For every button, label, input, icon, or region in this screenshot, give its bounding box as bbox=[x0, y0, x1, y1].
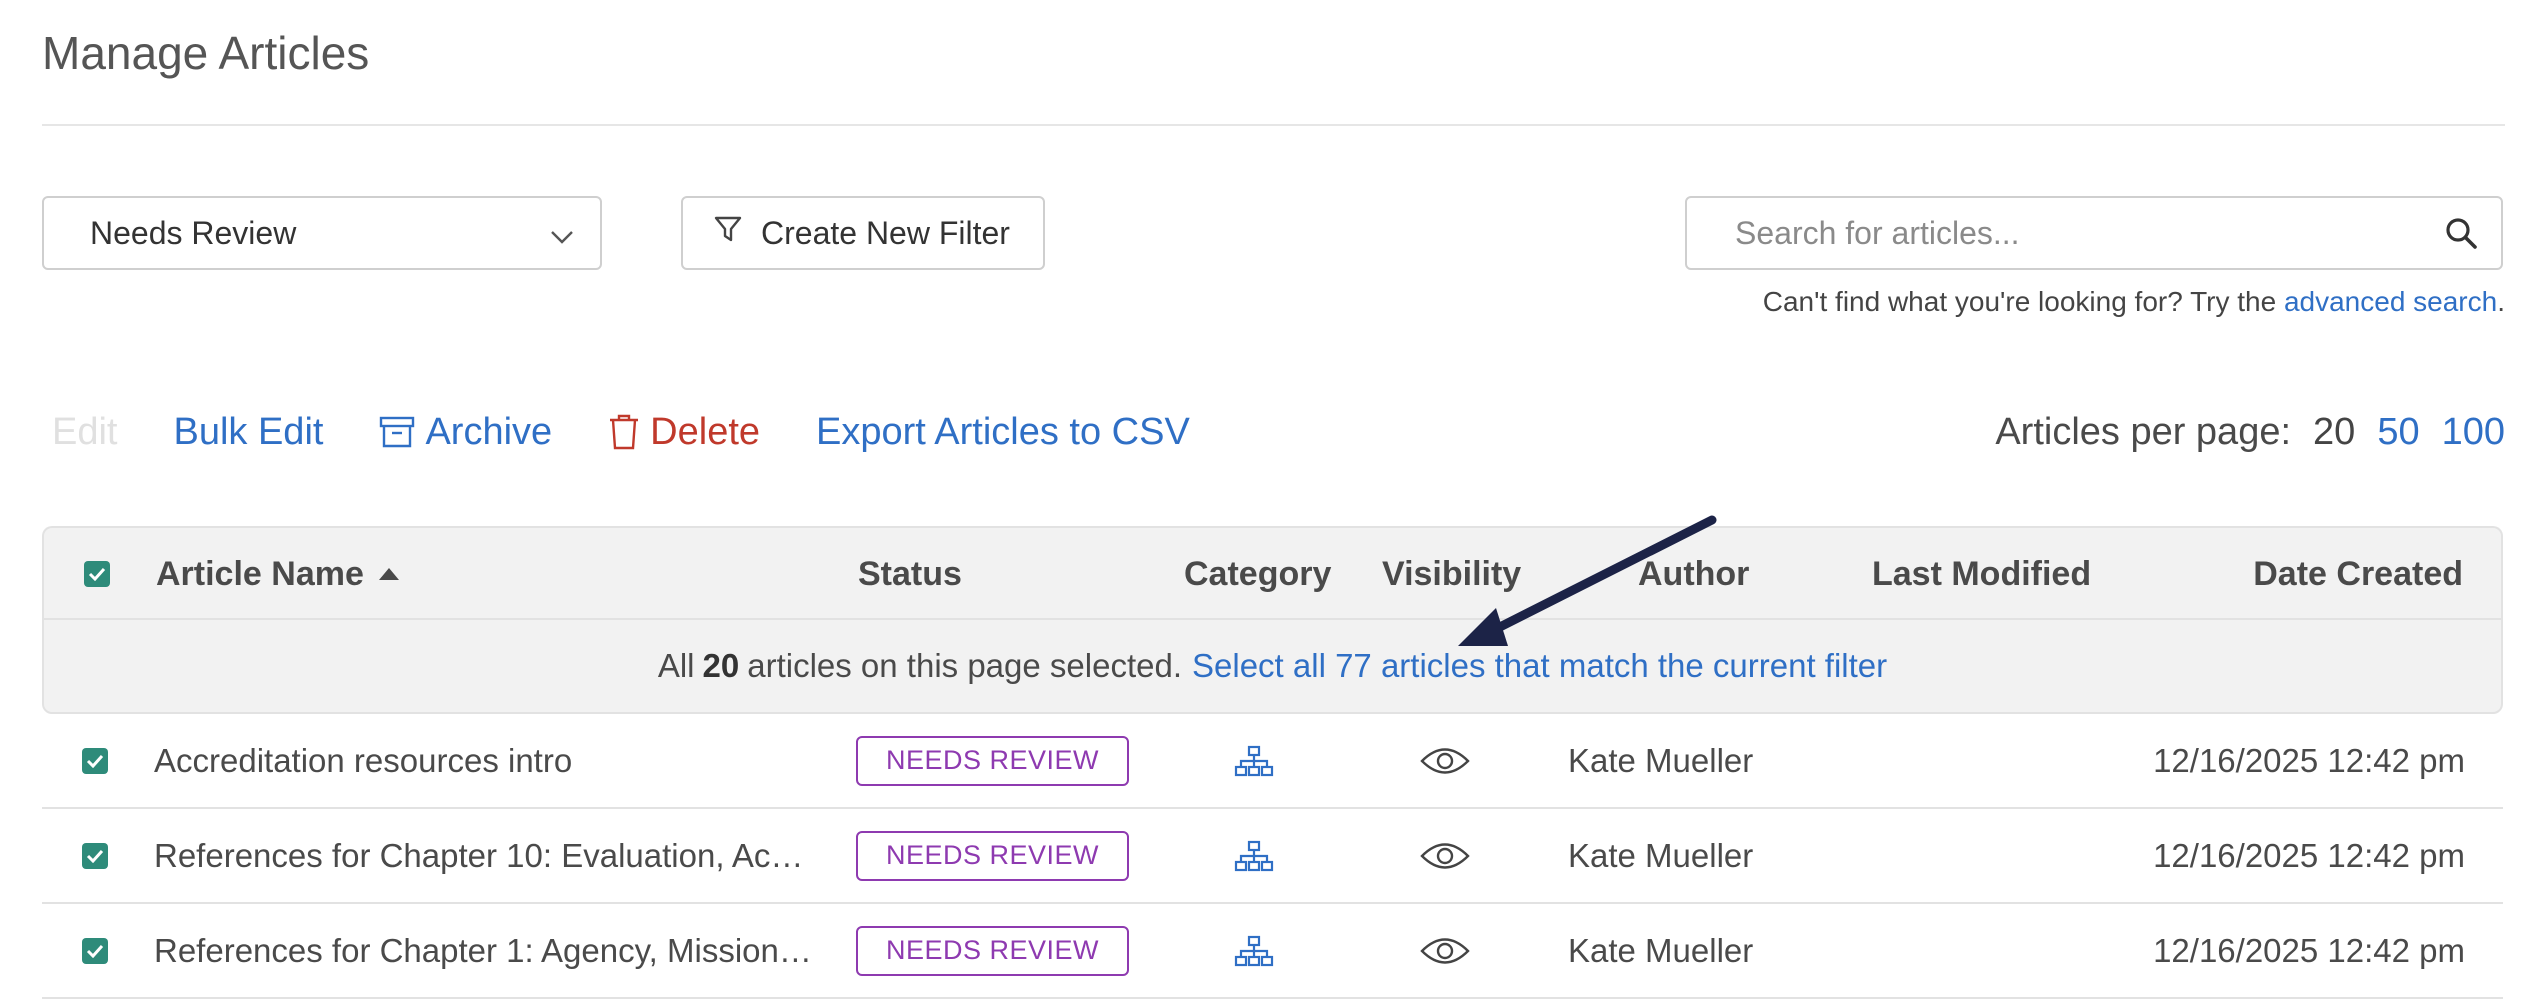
hierarchy-icon[interactable] bbox=[1234, 904, 1274, 997]
eye-icon[interactable] bbox=[1420, 904, 1470, 997]
search-hint: Can't find what you're looking for? Try … bbox=[1763, 286, 2505, 318]
column-header-name[interactable]: Article Name bbox=[156, 528, 400, 620]
status-badge: NEEDS REVIEW bbox=[856, 735, 1130, 786]
hierarchy-icon[interactable] bbox=[1234, 809, 1274, 902]
page-title: Manage Articles bbox=[42, 27, 370, 79]
export-csv-button[interactable]: Export Articles to CSV bbox=[816, 411, 1190, 454]
date-created: 12/16/2025 12:42 pm bbox=[2153, 741, 2465, 779]
per-page-option-100[interactable]: 100 bbox=[2442, 411, 2505, 454]
search-icon[interactable] bbox=[2443, 215, 2479, 251]
funnel-icon bbox=[713, 214, 743, 252]
chevron-down-icon bbox=[550, 215, 574, 252]
sort-ascending-icon bbox=[378, 567, 400, 581]
banner-middle: articles on this page selected. bbox=[747, 647, 1182, 684]
search-hint-text: Can't find what you're looking for? Try … bbox=[1762, 286, 2284, 317]
select-all-matching-link[interactable]: Select all 77 articles that match the cu… bbox=[1192, 647, 1887, 685]
date-created: 12/16/2025 12:42 pm bbox=[2153, 836, 2465, 874]
article-name[interactable]: Accreditation resources intro bbox=[154, 714, 814, 807]
trash-icon bbox=[608, 413, 640, 451]
column-header-last-modified[interactable]: Last Modified bbox=[1872, 528, 2091, 620]
search-input[interactable] bbox=[1733, 213, 2443, 253]
table-header: Article Name Status Category Visibility … bbox=[42, 526, 2503, 618]
delete-button[interactable]: Delete bbox=[608, 411, 760, 454]
column-header-author[interactable]: Author bbox=[1638, 528, 1749, 620]
banner-count: 20 bbox=[702, 647, 740, 684]
row-checkbox[interactable] bbox=[82, 809, 108, 902]
per-page-selector: Articles per page: 20 50 100 bbox=[1995, 402, 2505, 462]
search-box bbox=[1685, 196, 2503, 270]
advanced-search-link[interactable]: advanced search bbox=[2284, 286, 2497, 317]
author-name: Kate Mueller bbox=[1568, 836, 1754, 874]
per-page-option-20[interactable]: 20 bbox=[2313, 411, 2355, 454]
hierarchy-icon[interactable] bbox=[1234, 714, 1274, 807]
status-badge: NEEDS REVIEW bbox=[856, 830, 1130, 881]
archive-label: Archive bbox=[425, 410, 553, 453]
date-created: 12/16/2025 12:42 pm bbox=[2153, 931, 2465, 969]
author-name: Kate Mueller bbox=[1568, 741, 1754, 779]
checkbox-checked-icon bbox=[84, 561, 110, 587]
edit-button[interactable]: Edit bbox=[52, 411, 117, 454]
article-name[interactable]: References for Chapter 10: Evaluation, A… bbox=[154, 809, 814, 902]
row-checkbox[interactable] bbox=[82, 714, 108, 807]
column-header-category[interactable]: Category bbox=[1184, 528, 1331, 620]
article-name[interactable]: References for Chapter 1: Agency, Missio… bbox=[154, 904, 814, 997]
table-row[interactable]: Accreditation resources intro NEEDS REVI… bbox=[42, 714, 2503, 809]
per-page-option-50[interactable]: 50 bbox=[2377, 411, 2419, 454]
bulk-actions-toolbar: Edit Bulk Edit Archive Delete Export Art… bbox=[52, 402, 1190, 462]
per-page-label: Articles per page: bbox=[1995, 410, 2292, 453]
selection-banner: All 20 articles on this page selected. S… bbox=[42, 618, 2503, 714]
row-checkbox[interactable] bbox=[82, 904, 108, 997]
articles-table: Article Name Status Category Visibility … bbox=[42, 526, 2503, 999]
manage-articles-page: Manage Articles Needs Review Create New … bbox=[0, 0, 2535, 999]
eye-icon[interactable] bbox=[1420, 714, 1470, 807]
banner-prefix: All bbox=[657, 647, 695, 684]
column-header-visibility[interactable]: Visibility bbox=[1382, 528, 1521, 620]
author-name: Kate Mueller bbox=[1568, 931, 1754, 969]
checkbox-checked-icon bbox=[82, 937, 108, 964]
create-filter-button[interactable]: Create New Filter bbox=[681, 196, 1045, 270]
table-row[interactable]: References for Chapter 1: Agency, Missio… bbox=[42, 904, 2503, 999]
column-header-status[interactable]: Status bbox=[858, 528, 962, 620]
select-all-checkbox[interactable] bbox=[84, 528, 110, 620]
delete-label: Delete bbox=[650, 410, 761, 453]
search-hint-end: . bbox=[2497, 286, 2505, 317]
eye-icon[interactable] bbox=[1420, 809, 1470, 902]
table-row[interactable]: References for Chapter 10: Evaluation, A… bbox=[42, 809, 2503, 904]
filter-select-value: Needs Review bbox=[90, 214, 297, 251]
column-header-name-label: Article Name bbox=[156, 554, 364, 593]
create-filter-label: Create New Filter bbox=[761, 214, 1010, 251]
archive-box-icon bbox=[379, 415, 415, 449]
filter-select[interactable]: Needs Review bbox=[42, 196, 602, 270]
archive-button[interactable]: Archive bbox=[379, 411, 552, 454]
bulk-edit-button[interactable]: Bulk Edit bbox=[173, 411, 323, 454]
column-header-date-created[interactable]: Date Created bbox=[2253, 528, 2463, 620]
title-divider bbox=[42, 124, 2505, 126]
status-badge: NEEDS REVIEW bbox=[856, 925, 1130, 976]
checkbox-checked-icon bbox=[82, 747, 108, 774]
checkbox-checked-icon bbox=[82, 842, 108, 869]
